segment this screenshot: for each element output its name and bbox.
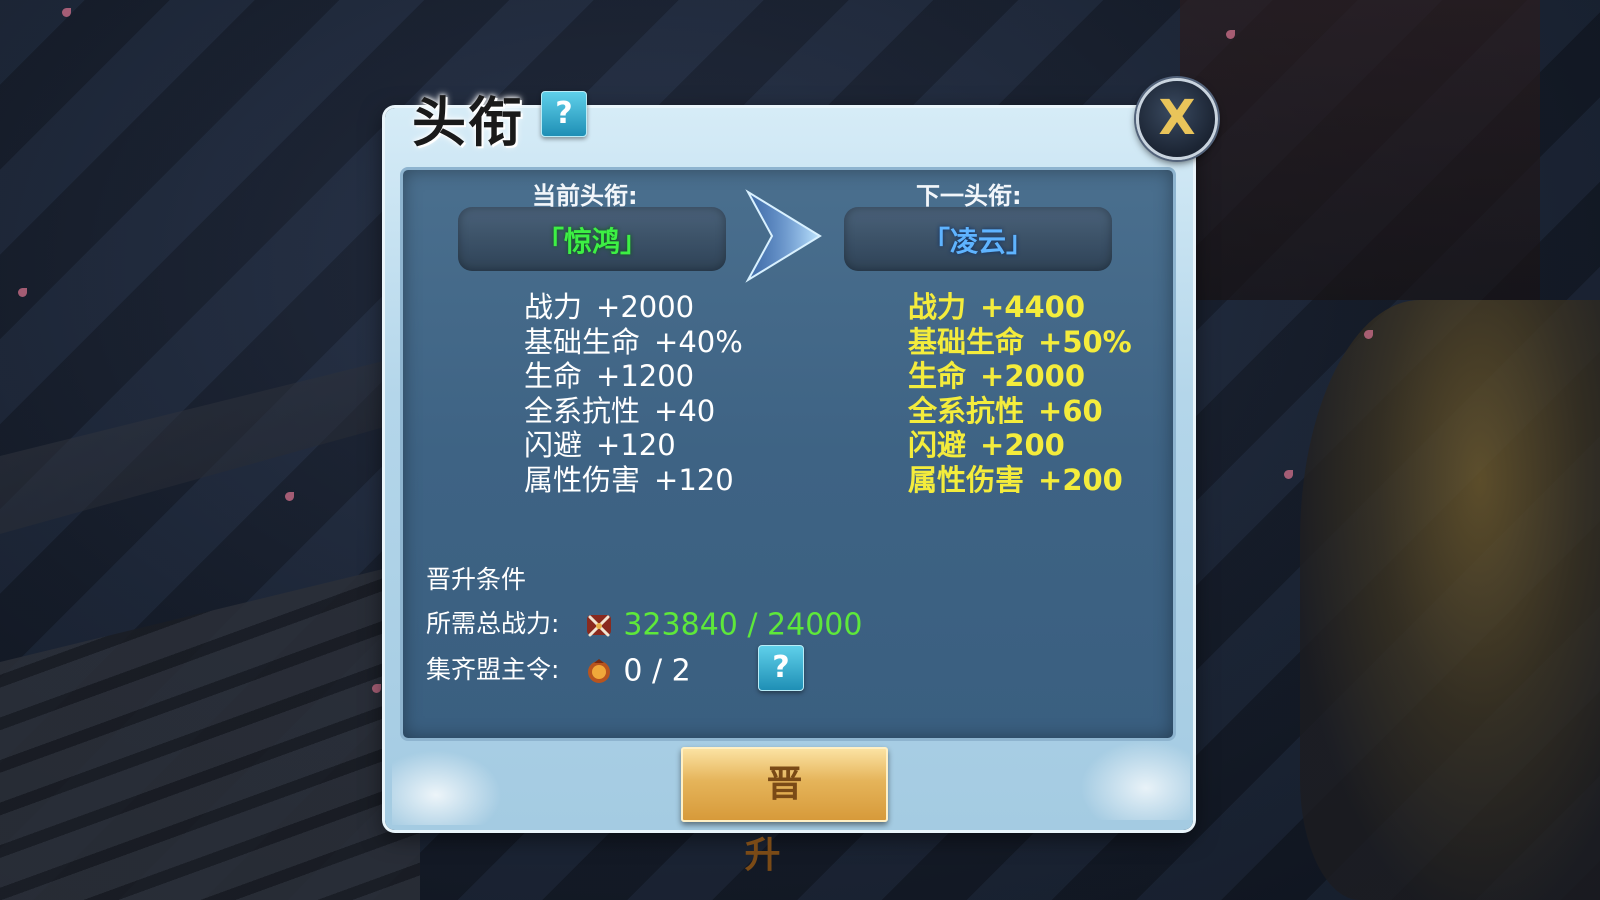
background-door xyxy=(1180,0,1540,300)
arrow-right-icon xyxy=(745,189,822,283)
petal xyxy=(1226,30,1235,39)
title-help-button[interactable]: ? xyxy=(541,91,587,137)
stat-name: 战力 xyxy=(908,290,967,324)
petal xyxy=(285,492,294,501)
token-icon xyxy=(588,659,611,683)
stat-row: 闪避 +120 xyxy=(524,428,743,463)
stat-row: 生命 +1200 xyxy=(524,359,743,394)
stat-value: +2000 xyxy=(980,359,1086,393)
stat-value: +2000 xyxy=(596,290,695,324)
stat-name: 基础生命 xyxy=(524,324,641,359)
stat-value: +60 xyxy=(1038,393,1103,428)
stat-value: +4400 xyxy=(980,290,1086,324)
stat-value: +40 xyxy=(654,393,716,428)
token-requirement-label: 集齐盟主令: xyxy=(426,655,560,684)
stat-value: +200 xyxy=(1038,462,1123,497)
stat-name: 生命 xyxy=(524,359,583,393)
stat-row: 闪避 +200 xyxy=(908,428,1132,463)
background-statue xyxy=(1300,300,1600,900)
petal xyxy=(1364,330,1373,339)
token-requirement-row: 集齐盟主令: 0 / 2 xyxy=(426,650,691,689)
dialog-title: 头衔 xyxy=(412,90,524,154)
cloud-decoration xyxy=(1080,740,1190,820)
cloud-decoration xyxy=(392,750,502,825)
token-help-button[interactable]: ? xyxy=(758,645,804,691)
power-requirement-row: 所需总战力: 323840 / 24000 xyxy=(426,604,862,643)
stat-name: 闪避 xyxy=(908,428,967,462)
stat-value: +200 xyxy=(980,428,1065,462)
current-stats-list: 战力 +2000 基础生命 +40% 生命 +1200 全系抗性 +40 闪避 +120 … xyxy=(524,290,743,497)
stat-name: 属性伤害 xyxy=(908,462,1025,497)
stat-row: 战力 +4400 xyxy=(908,290,1132,325)
stat-value: +120 xyxy=(654,462,734,497)
stat-row: 全系抗性 +60 xyxy=(908,394,1132,429)
petal xyxy=(372,684,381,693)
stat-value: +50% xyxy=(1038,324,1132,359)
stat-value: +1200 xyxy=(596,359,695,393)
current-title-label: 当前头衔: xyxy=(532,182,638,210)
stat-row: 全系抗性 +40 xyxy=(524,394,743,429)
next-rank-name: 「凌云」 xyxy=(921,225,1034,258)
stat-row: 基础生命 +40% xyxy=(524,325,743,360)
crossed-swords-icon xyxy=(587,615,612,637)
petal xyxy=(18,288,27,297)
stat-name: 战力 xyxy=(524,290,583,324)
current-rank-name: 「惊鸿」 xyxy=(535,225,648,258)
stat-value: +40% xyxy=(654,324,743,359)
token-requirement-value: 0 / 2 xyxy=(623,653,691,689)
stat-name: 生命 xyxy=(908,359,967,393)
next-title-label: 下一头衔: xyxy=(916,182,1022,210)
next-stats-list: 战力 +4400 基础生命 +50% 生命 +2000 全系抗性 +60 闪避 +200 … xyxy=(908,290,1132,497)
petal xyxy=(1284,470,1293,479)
stat-row: 属性伤害 +200 xyxy=(908,463,1132,498)
stat-name: 基础生命 xyxy=(908,324,1025,359)
power-requirement-label: 所需总战力: xyxy=(426,609,560,638)
promotion-conditions-heading: 晋升条件 xyxy=(426,565,527,594)
close-button[interactable]: X xyxy=(1136,78,1218,160)
stat-value: +120 xyxy=(596,428,676,462)
stat-row: 生命 +2000 xyxy=(908,359,1132,394)
stat-row: 战力 +2000 xyxy=(524,290,743,325)
stat-name: 属性伤害 xyxy=(524,462,641,497)
stat-name: 全系抗性 xyxy=(908,393,1025,428)
stat-name: 闪避 xyxy=(524,428,583,462)
stat-row: 属性伤害 +120 xyxy=(524,463,743,498)
stat-name: 全系抗性 xyxy=(524,393,641,428)
stat-row: 基础生命 +50% xyxy=(908,325,1132,360)
promote-button[interactable]: 晋升 xyxy=(681,747,888,876)
power-requirement-value: 323840 / 24000 xyxy=(623,607,863,643)
petal xyxy=(62,8,71,17)
